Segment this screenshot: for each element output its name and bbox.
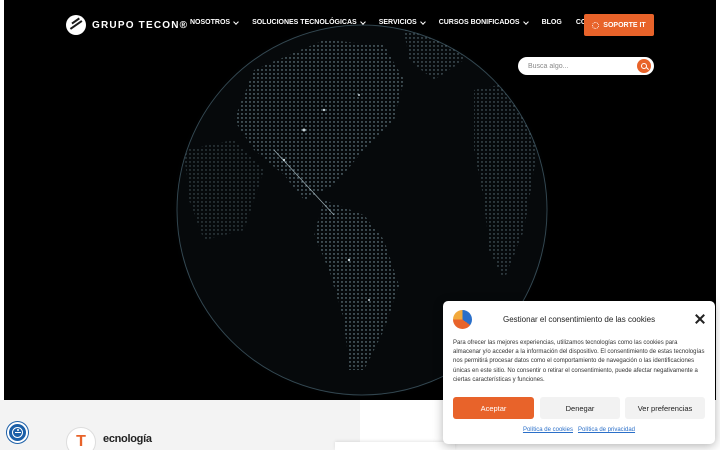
gear-icon bbox=[592, 21, 600, 29]
search-button[interactable] bbox=[637, 59, 651, 73]
close-icon[interactable] bbox=[695, 314, 705, 324]
search-bar bbox=[518, 57, 654, 75]
preferences-button[interactable]: Ver preferencias bbox=[625, 397, 705, 419]
nav-item-label: SOLUCIONES TECNOLÓGICAS bbox=[252, 19, 357, 26]
nav-item-label: BLOG bbox=[541, 19, 562, 26]
accessibility-icon bbox=[12, 427, 23, 438]
chevron-down-icon bbox=[233, 18, 239, 25]
cookie-modal-body: Para ofrecer las mejores experiencias, u… bbox=[453, 340, 705, 383]
nav-item-servicios[interactable]: SERVICIOS bbox=[378, 18, 426, 26]
support-button[interactable]: SOPORTE IT bbox=[584, 14, 654, 36]
nav-item-blog[interactable]: BLOG bbox=[542, 19, 562, 26]
cookie-policy-links: Política de cookies Política de privacid… bbox=[443, 427, 715, 433]
section-badge-letter: T bbox=[76, 433, 86, 450]
nav-item-soluciones[interactable]: SOLUCIONES TECNOLÓGICAS bbox=[252, 18, 366, 26]
chevron-down-icon bbox=[359, 18, 366, 25]
nav-item-label: SERVICIOS bbox=[378, 19, 417, 26]
search-input[interactable] bbox=[518, 62, 628, 70]
content-section-left bbox=[0, 400, 360, 450]
search-icon bbox=[640, 62, 647, 69]
logo-mark-icon bbox=[66, 15, 86, 35]
section-heading: ecnología bbox=[103, 433, 152, 445]
nav-item-label: CURSOS BONIFICADOS bbox=[438, 19, 520, 26]
cookie-consent-modal: Gestionar el consentimiento de las cooki… bbox=[443, 301, 715, 444]
cookie-modal-title: Gestionar el consentimiento de las cooki… bbox=[503, 315, 656, 324]
page: GRUPO TECON® NOSOTROS SOLUCIONES TECNOLÓ… bbox=[0, 0, 720, 450]
nav-item-cursos[interactable]: CURSOS BONIFICADOS bbox=[438, 18, 529, 26]
accept-button[interactable]: Aceptar bbox=[453, 397, 534, 419]
deny-button[interactable]: Denegar bbox=[540, 397, 620, 419]
section-badge: T bbox=[66, 427, 96, 450]
logo-text: GRUPO TECON® bbox=[92, 19, 189, 31]
site-logo[interactable]: GRUPO TECON® bbox=[66, 15, 188, 35]
nav-item-label: NOSOTROS bbox=[190, 19, 231, 26]
privacy-policy-link[interactable]: Política de privacidad bbox=[578, 427, 635, 433]
nav-item-nosotros[interactable]: NOSOTROS bbox=[190, 18, 239, 26]
support-button-label: SOPORTE IT bbox=[603, 21, 646, 29]
content-card bbox=[335, 442, 455, 450]
cookie-policy-link[interactable]: Política de cookies bbox=[523, 427, 573, 433]
accessibility-button[interactable] bbox=[7, 422, 28, 443]
chevron-down-icon bbox=[522, 18, 529, 25]
chevron-down-icon bbox=[419, 18, 426, 25]
main-nav: NOSOTROS SOLUCIONES TECNOLÓGICAS SERVICI… bbox=[190, 18, 615, 26]
cookie-logo-icon bbox=[453, 310, 472, 329]
